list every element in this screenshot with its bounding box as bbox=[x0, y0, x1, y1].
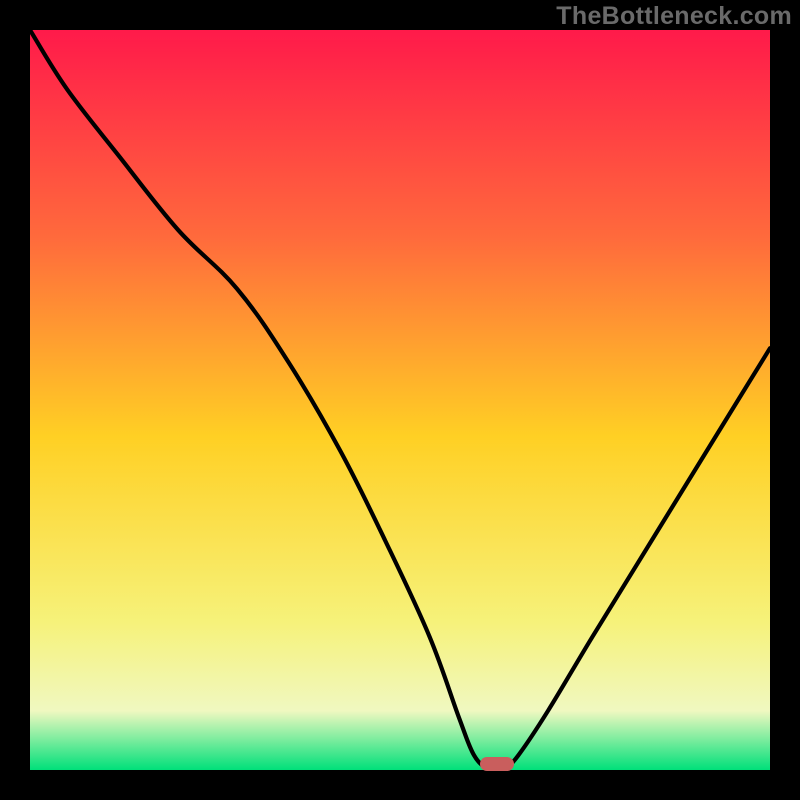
optimum-marker bbox=[480, 757, 514, 771]
watermark-label: TheBottleneck.com bbox=[556, 2, 792, 31]
gradient-background bbox=[30, 30, 770, 770]
chart-frame: TheBottleneck.com bbox=[0, 0, 800, 800]
bottleneck-plot bbox=[0, 0, 800, 800]
